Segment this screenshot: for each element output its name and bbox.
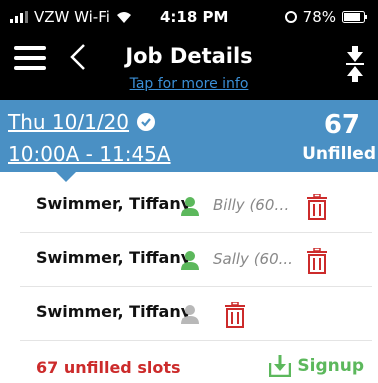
user-icon [181, 305, 199, 324]
slot-name: Swimmer, Tiffany [36, 194, 192, 213]
unfilled-slots-text: 67 unfilled slots [36, 358, 181, 377]
status-left: VZW Wi-Fi [10, 8, 132, 26]
status-right: 78% [284, 8, 368, 26]
page-title: Job Details [125, 44, 253, 68]
shift-date[interactable]: Thu 10/1/20 [8, 110, 156, 134]
signup-label: Signup [297, 356, 364, 376]
battery-icon [342, 11, 367, 23]
trash-icon[interactable] [306, 194, 328, 220]
checkmark-circle-icon [137, 113, 156, 131]
slot-name: Swimmer, Tiffany [36, 248, 192, 267]
slot-assignee: Billy (608... [213, 196, 293, 214]
more-info-link[interactable]: Tap for more info [0, 76, 378, 92]
shift-time[interactable]: 10:00A - 11:45A [8, 142, 171, 166]
slot-row[interactable]: Swimmer, Tiffany [0, 290, 378, 338]
unfilled-count: 67 [323, 110, 360, 140]
slot-row[interactable]: Swimmer, Tiffany Sally (60... [0, 236, 378, 284]
user-icon [181, 251, 199, 270]
divider [20, 232, 372, 233]
collapse-arrows-icon[interactable] [344, 46, 366, 82]
divider [20, 286, 372, 287]
shift-date-text: Thu 10/1/20 [8, 110, 130, 134]
slot-name: Swimmer, Tiffany [36, 302, 192, 321]
carrier-label: VZW Wi-Fi [34, 8, 110, 26]
slot-row[interactable]: Swimmer, Tiffany Billy (608... [0, 182, 378, 230]
slot-assignee: Sally (60... [213, 250, 293, 268]
user-icon [181, 197, 199, 216]
divider [20, 340, 372, 341]
header-pointer [56, 172, 76, 182]
status-time: 4:18 PM [160, 8, 229, 26]
trash-icon[interactable] [224, 302, 246, 328]
signup-button[interactable]: Signup [269, 355, 364, 377]
shift-header[interactable]: Thu 10/1/20 10:00A - 11:45A 67 Unfilled [0, 100, 378, 172]
signup-icon [269, 355, 292, 377]
trash-icon[interactable] [306, 248, 328, 274]
battery-percent: 78% [302, 8, 336, 26]
signal-icon [10, 11, 28, 23]
nav-bar: Job Details Tap for more info [0, 38, 378, 100]
wifi-icon [116, 12, 131, 23]
unfilled-label: Unfilled [302, 144, 376, 164]
status-bar: VZW Wi-Fi 4:18 PM 78% [0, 0, 378, 38]
alarm-icon [284, 11, 297, 23]
